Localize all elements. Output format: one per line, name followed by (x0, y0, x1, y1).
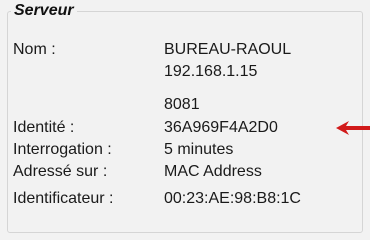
polling-label: Interrogation : (13, 141, 112, 158)
port-value: 8081 (164, 96, 200, 113)
polling-value: 5 minutes (164, 141, 234, 158)
identity-label: Identité : (13, 119, 75, 136)
addressed-on-label: Adressé sur : (13, 163, 108, 180)
arrow-left-icon (336, 121, 370, 135)
identifier-value: 00:23:AE:98:B8:1C (164, 190, 301, 207)
identifier-label: Identificateur : (13, 190, 114, 207)
ip-address-value: 192.168.1.15 (164, 63, 258, 80)
name-value: BUREAU-RAOUL (164, 41, 292, 58)
name-label: Nom : (13, 41, 56, 58)
identity-value: 36A969F4A2D0 (164, 119, 278, 136)
group-title: Serveur (11, 1, 77, 21)
addressed-on-value: MAC Address (164, 163, 262, 180)
